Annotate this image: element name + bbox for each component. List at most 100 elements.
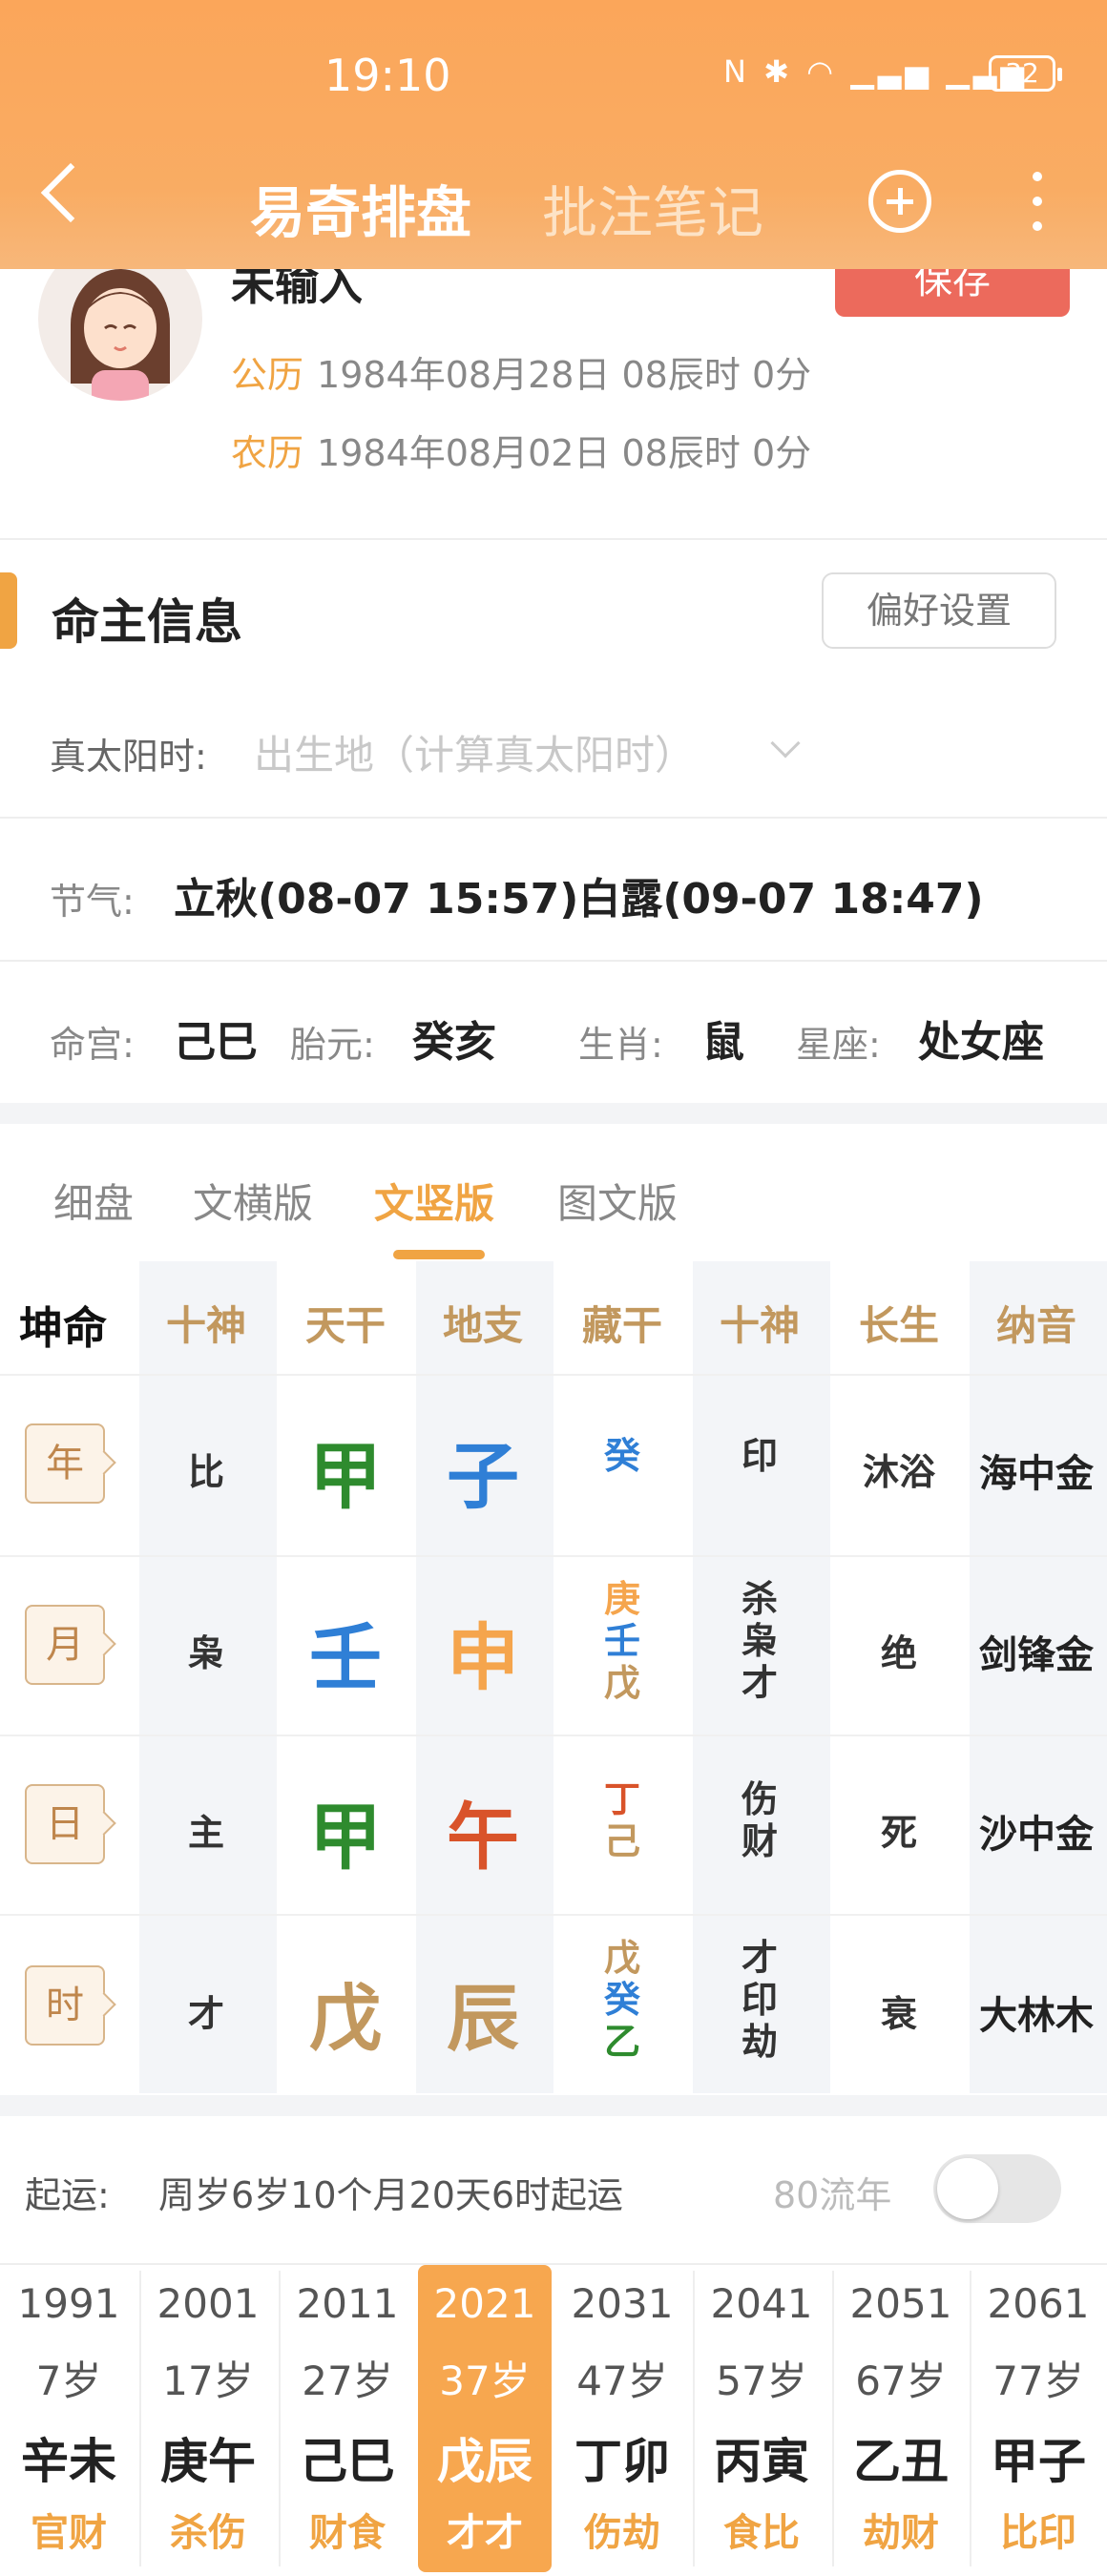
dayun-shishen: 官财 xyxy=(31,2511,107,2555)
dayun-shishen: 劫财 xyxy=(863,2511,939,2555)
cell-shishen: 才 xyxy=(187,1993,224,2035)
header-dizhi: 地支 xyxy=(442,1302,523,1349)
divider xyxy=(0,960,1107,962)
cell-nayin: 海中金 xyxy=(979,1452,1094,1496)
row-divider xyxy=(0,1914,1107,1916)
dayun-age: 7岁 xyxy=(35,2358,102,2404)
dayun-year: 2061 xyxy=(987,2280,1090,2327)
row-label-month: 月 xyxy=(25,1605,105,1685)
dayun-age: 67岁 xyxy=(855,2358,947,2404)
row-label-day: 日 xyxy=(25,1784,105,1864)
cell-dizhi: 子 xyxy=(447,1434,519,1519)
dayun-age: 77岁 xyxy=(992,2358,1084,2404)
header-changsheng: 长生 xyxy=(858,1302,939,1349)
dayun-year: 2031 xyxy=(571,2280,674,2327)
dayun-item-selected[interactable]: 2021 37岁 戊辰 才才 xyxy=(418,2265,552,2572)
dayun-ganzhi: 甲子 xyxy=(991,2434,1086,2489)
signal-4g-icon: ▁▃▅ xyxy=(850,53,933,90)
active-tab-indicator xyxy=(393,1250,485,1259)
header-canggan-shishen: 十神 xyxy=(719,1302,800,1349)
bluetooth-icon: ✱ xyxy=(763,53,793,90)
cell-dizhi: 辰 xyxy=(447,1976,519,2061)
dayun-item[interactable]: 2001 17岁 庚午 杀伤 xyxy=(141,2265,275,2572)
solar-date-line: 公历 1984年08月28日 08辰时 0分 xyxy=(231,345,811,398)
chevron-down-icon[interactable] xyxy=(770,728,801,758)
section-accent-bar xyxy=(0,572,17,649)
shengxiao-label: 生肖: xyxy=(578,1024,663,1066)
cell-dizhi: 午 xyxy=(447,1795,519,1880)
section-divider xyxy=(0,2095,1107,2116)
cell-canggan: 癸 xyxy=(603,1979,640,2021)
dayun-item[interactable]: 2011 27岁 己巳 财食 xyxy=(281,2265,414,2572)
header-nayin: 纳音 xyxy=(995,1302,1076,1349)
dayun-year: 2011 xyxy=(296,2280,399,2327)
cell-changsheng: 衰 xyxy=(880,1993,917,2035)
row-divider xyxy=(0,1555,1107,1557)
cell-nayin: 剑锋金 xyxy=(979,1633,1094,1677)
tab-tuwenban[interactable]: 图文版 xyxy=(557,1172,678,1230)
cell-canggan: 戊 xyxy=(603,1662,640,1704)
header-tiangan: 天干 xyxy=(304,1302,386,1349)
xingzuo-value: 处女座 xyxy=(918,1018,1044,1067)
dayun-shishen: 伤劫 xyxy=(584,2511,660,2555)
tab-wenshuban[interactable]: 文竖版 xyxy=(374,1172,494,1230)
cell-changsheng: 死 xyxy=(880,1812,917,1854)
section-title: 命主信息 xyxy=(52,594,242,650)
back-icon[interactable] xyxy=(40,162,101,223)
dayun-shishen: 食比 xyxy=(723,2511,800,2555)
birthplace-select[interactable]: 出生地（计算真太阳时） xyxy=(254,723,695,781)
cell-canggan: 乙 xyxy=(603,2021,640,2063)
dayun-ganzhi: 戊辰 xyxy=(437,2434,533,2489)
cell-canggan-shishen: 才 xyxy=(741,1662,778,1704)
qiyun-label: 起运: xyxy=(25,2174,110,2216)
dayun-item[interactable]: 2061 77岁 甲子 比印 xyxy=(971,2265,1105,2572)
more-icon[interactable] xyxy=(1031,172,1044,233)
gender-label: 坤命 xyxy=(19,1302,107,1354)
dayun-year: 2041 xyxy=(710,2280,813,2327)
dayun-year: 1991 xyxy=(17,2280,120,2327)
true-solar-label: 真太阳时: xyxy=(50,736,207,778)
dayun-ganzhi: 丁卯 xyxy=(574,2434,670,2489)
preference-settings-button[interactable]: 偏好设置 xyxy=(822,572,1056,649)
lunar-label: 农历 xyxy=(231,432,304,474)
row-divider xyxy=(0,1374,1107,1376)
add-icon[interactable] xyxy=(868,170,931,233)
tab-pizhu-biji[interactable]: 批注笔记 xyxy=(542,168,763,248)
cell-canggan-shishen: 印 xyxy=(741,1979,778,2021)
tab-wenhengban[interactable]: 文横版 xyxy=(193,1172,313,1230)
dayun-age: 17岁 xyxy=(162,2358,254,2404)
lunar-value: 1984年08月02日 08辰时 0分 xyxy=(317,432,812,474)
dayun-item[interactable]: 1991 7岁 辛未 官财 xyxy=(2,2265,136,2572)
cell-tiangan: 戊 xyxy=(309,1976,382,2061)
dayun-ganzhi: 庚午 xyxy=(160,2434,256,2489)
cell-tiangan: 甲 xyxy=(309,1795,382,1880)
divider xyxy=(0,817,1107,819)
wifi-icon: ◠ xyxy=(806,53,838,90)
cell-canggan: 戊 xyxy=(603,1937,640,1979)
liunian-label: 80流年 xyxy=(773,2174,892,2216)
dayun-shishen: 杀伤 xyxy=(170,2511,246,2555)
dayun-age: 37岁 xyxy=(439,2358,531,2404)
taiyuan-label: 胎元: xyxy=(290,1024,375,1066)
top-header: 19:10 N ✱ ◠ ▁▃▅ ▁▃▅ 32 易奇排盘 批注笔记 xyxy=(0,0,1107,269)
dayun-item[interactable]: 2051 67岁 乙丑 劫财 xyxy=(834,2265,968,2572)
tab-xipan[interactable]: 细盘 xyxy=(53,1172,134,1230)
dayun-shishen: 才才 xyxy=(447,2511,523,2555)
dayun-age: 27岁 xyxy=(302,2358,393,2404)
xingzuo-label: 星座: xyxy=(796,1024,881,1066)
cell-canggan: 己 xyxy=(603,1820,640,1862)
tab-yiqi-paipan[interactable]: 易奇排盘 xyxy=(250,168,471,248)
cell-canggan-shishen: 枭 xyxy=(741,1620,778,1662)
solar-value: 1984年08月28日 08辰时 0分 xyxy=(317,354,812,396)
dayun-ganzhi: 乙丑 xyxy=(853,2434,949,2489)
cell-changsheng: 沐浴 xyxy=(862,1451,935,1493)
cell-shishen: 枭 xyxy=(187,1632,224,1674)
section-divider xyxy=(0,1103,1107,1124)
cell-tiangan: 壬 xyxy=(309,1615,382,1700)
dayun-item[interactable]: 2031 47岁 丁卯 伤劫 xyxy=(555,2265,689,2572)
toggle-knob xyxy=(937,2158,998,2219)
taiyuan-value: 癸亥 xyxy=(412,1018,496,1067)
cell-canggan: 庚 xyxy=(603,1578,640,1620)
liunian-toggle[interactable] xyxy=(933,2154,1061,2223)
dayun-item[interactable]: 2041 57岁 丙寅 食比 xyxy=(695,2265,828,2572)
